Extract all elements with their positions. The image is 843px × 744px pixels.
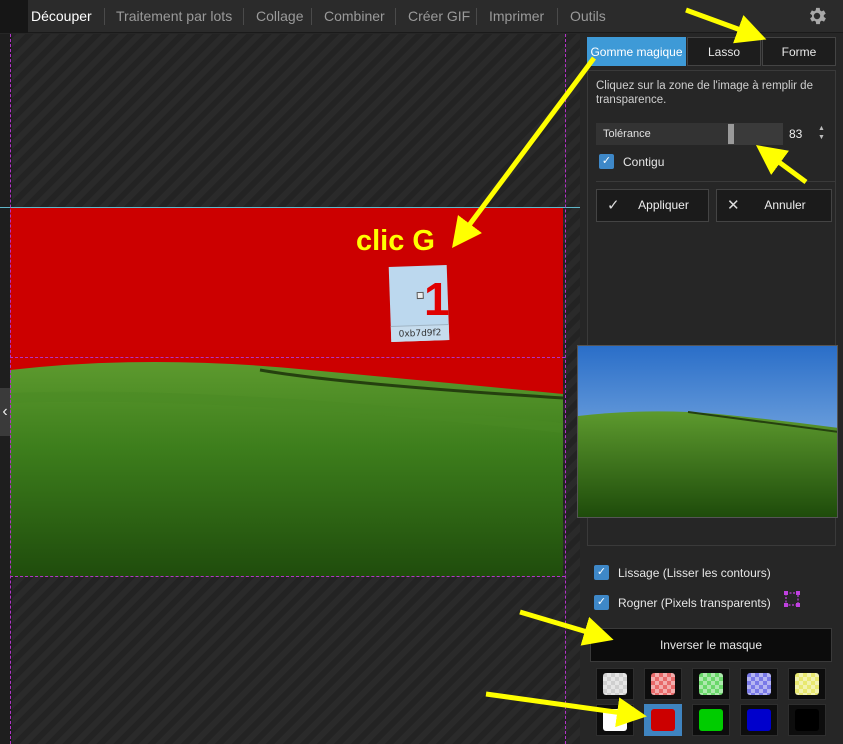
tab-imprimer[interactable]: Imprimer (489, 0, 544, 33)
swatch-white[interactable] (596, 704, 634, 736)
tab-gomme-magique[interactable]: Gomme magique (587, 37, 686, 66)
lissage-label: Lissage (Lisser les contours) (618, 566, 771, 580)
rogner-checkbox[interactable]: ✓ (594, 595, 609, 610)
swatch-transparent-green[interactable] (692, 668, 730, 700)
guide-line-cyan (0, 207, 580, 208)
right-panel: Gomme magique Lasso Forme Cliquez sur la… (577, 34, 843, 744)
swatch-transparent-blue[interactable] (740, 668, 778, 700)
cursor-square (416, 291, 424, 300)
tab-separator (243, 8, 244, 25)
swatch-red[interactable] (644, 704, 682, 736)
contigu-label: Contigu (623, 155, 665, 169)
guide-line-bottom (10, 576, 565, 577)
swatch-transparent-gray[interactable] (596, 668, 634, 700)
hint-text: Cliquez sur la zone de l'image à remplir… (596, 80, 813, 106)
tab-decouper[interactable]: Découper (31, 0, 92, 33)
tab-separator (557, 8, 558, 25)
tolerance-label: Tolérance (603, 128, 651, 140)
lissage-checkbox[interactable]: ✓ (594, 565, 609, 580)
swatch-color (747, 709, 771, 731)
chevron-left-icon[interactable]: ‹ (0, 388, 10, 436)
color-hex-label: 0xb7d9f2 (390, 323, 450, 342)
tolerance-value[interactable]: 83 (789, 123, 802, 145)
options-divider (596, 181, 836, 182)
cancel-button[interactable]: ✕ Annuler (716, 189, 832, 222)
tab-separator (311, 8, 312, 25)
tab-lasso[interactable]: Lasso (687, 37, 761, 66)
crop-icon (784, 591, 800, 607)
spinner-arrows-icon[interactable]: ▲ ▼ (818, 124, 825, 142)
guide-line-top (10, 357, 565, 358)
top-nav: Découper Traitement par lots Collage Com… (0, 0, 843, 33)
swatch-color (651, 709, 675, 731)
tolerance-slider[interactable]: Tolérance (596, 123, 783, 145)
swatch-blue[interactable] (740, 704, 778, 736)
invert-mask-button[interactable]: Inverser le masque (590, 628, 832, 662)
swatch-black[interactable] (788, 704, 826, 736)
magic-eraser-options: Cliquez sur la zone de l'image à remplir… (577, 70, 838, 546)
image-canvas[interactable]: ‹ clic G 0xb7d9f2 1 (0, 34, 580, 744)
swatch-color (747, 673, 771, 695)
swatch-green[interactable] (692, 704, 730, 736)
tab-traitement-par-lots[interactable]: Traitement par lots (116, 0, 232, 33)
step-number: 1 (424, 273, 450, 325)
swatch-color (603, 673, 627, 695)
swatch-color (795, 709, 819, 731)
nav-active-marker (0, 0, 28, 33)
tab-forme[interactable]: Forme (762, 37, 836, 66)
field-image[interactable] (10, 358, 563, 577)
apply-button[interactable]: ✓ Appliquer (596, 189, 709, 222)
tab-separator (395, 8, 396, 25)
swatch-color (795, 673, 819, 695)
contigu-checkbox[interactable]: ✓ (599, 154, 614, 169)
swatch-color (699, 673, 723, 695)
swatch-color (651, 673, 675, 695)
tab-outils[interactable]: Outils (570, 0, 606, 33)
tab-separator (476, 8, 477, 25)
tab-collage[interactable]: Collage (256, 0, 303, 33)
guide-line-right (565, 34, 566, 744)
tab-separator (104, 8, 105, 25)
annotation-clic-g: clic G (356, 225, 435, 257)
mask-red-area[interactable] (10, 208, 563, 358)
tolerance-handle[interactable] (728, 124, 734, 144)
gear-icon[interactable] (806, 5, 828, 27)
swatch-color (699, 709, 723, 731)
tab-creer-gif[interactable]: Créer GIF (408, 0, 470, 33)
guide-line-left (10, 34, 11, 744)
swatch-transparent-red[interactable] (644, 668, 682, 700)
preview-thumbnail (577, 345, 838, 518)
tolerance-fill (728, 123, 783, 145)
swatch-color (603, 709, 627, 731)
rogner-label: Rogner (Pixels transparents) (618, 596, 771, 610)
tab-combiner[interactable]: Combiner (324, 0, 385, 33)
swatch-transparent-yellow[interactable] (788, 668, 826, 700)
